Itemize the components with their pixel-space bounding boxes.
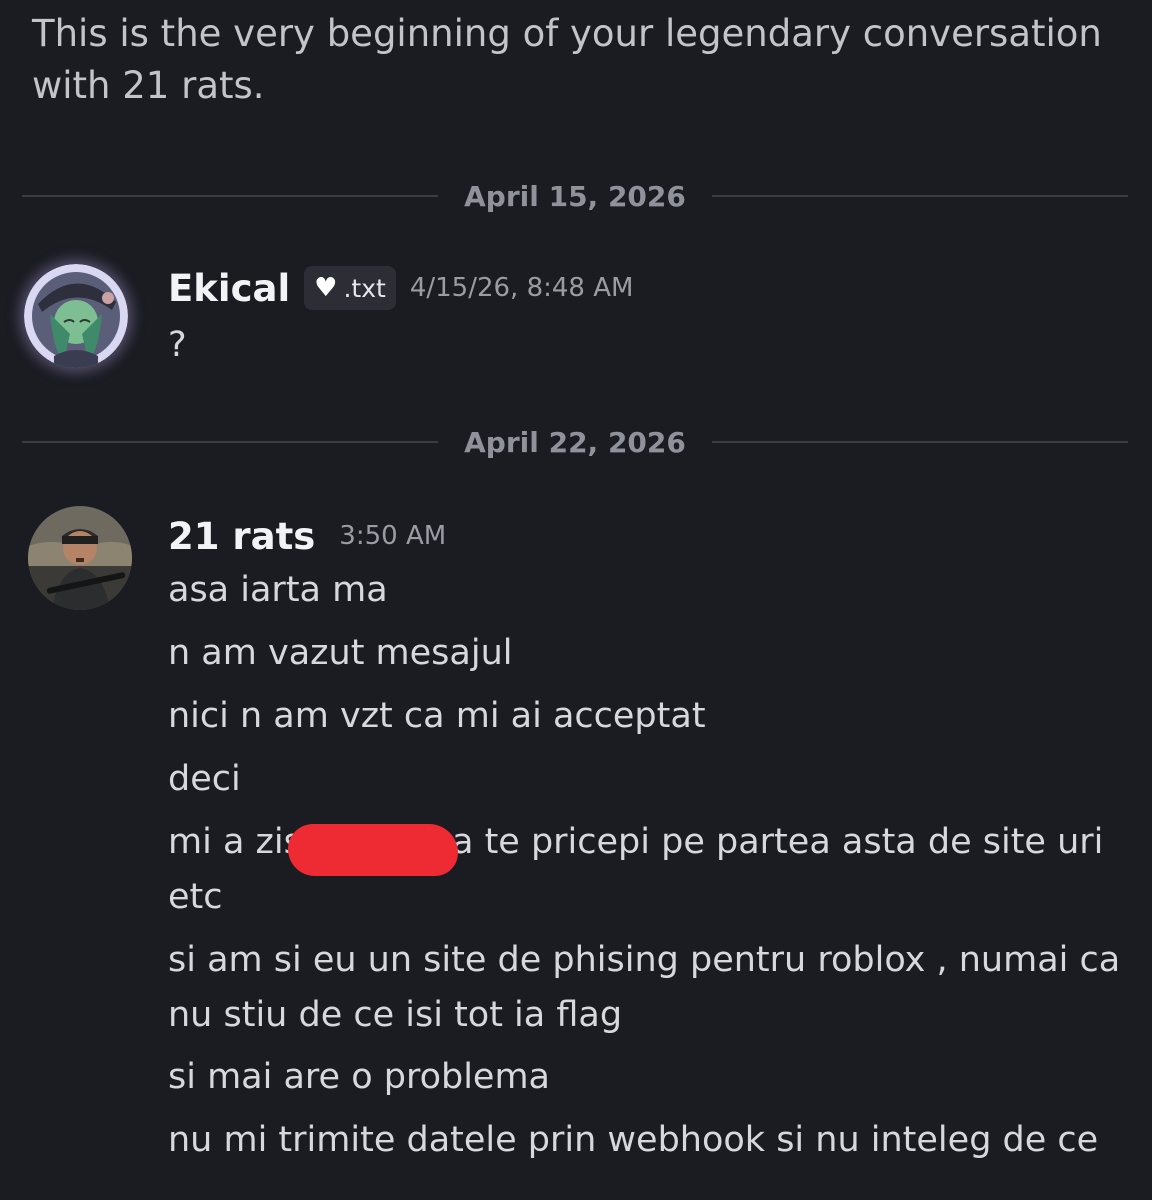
message-text: asa iarta ma (168, 570, 388, 610)
avatar-image (28, 506, 132, 610)
message-text: nici n am vzt ca mi ai acceptat (168, 696, 706, 736)
message-text: ? (168, 325, 187, 365)
divider-line (22, 195, 439, 197)
avatar-21-rats[interactable] (28, 506, 132, 610)
redaction-mark (288, 824, 458, 876)
username[interactable]: 21 rats (168, 515, 315, 558)
message-text: a te pricepi pe partea asta de site uri (452, 822, 1104, 862)
message-text: deci (168, 759, 241, 799)
server-tag-label: .txt (343, 273, 386, 303)
message-header: 21 rats 3:50 AM (168, 510, 446, 562)
divider-line (22, 441, 439, 443)
divider-line (711, 195, 1128, 197)
message-text: nu mi trimite datele prin webhook si nu … (168, 1120, 1099, 1160)
conversation-intro-text: This is the very beginning of your legen… (32, 12, 1102, 107)
message-text: si mai are o problema (168, 1057, 551, 1097)
divider-line (711, 441, 1128, 443)
message-timestamp: 4/15/26, 8:48 AM (409, 273, 634, 303)
date-divider: April 15, 2026 (22, 176, 1128, 216)
username[interactable]: Ekical (168, 267, 290, 310)
divider-date: April 15, 2026 (464, 179, 686, 213)
server-tag[interactable]: ♥ .txt (304, 266, 396, 310)
avatar-ekical[interactable] (24, 264, 128, 368)
divider-date: April 22, 2026 (464, 425, 686, 459)
message-header: Ekical ♥ .txt 4/15/26, 8:48 AM (168, 262, 633, 314)
date-divider: April 22, 2026 (22, 422, 1128, 462)
message-timestamp: 3:50 AM (339, 521, 447, 551)
message-text: mi a zis (168, 822, 302, 862)
dm-conversation-view: This is the very beginning of your legen… (0, 0, 1152, 1200)
white-heart-icon: ♥ (314, 273, 338, 303)
message-text: etc (168, 877, 223, 917)
message-text: si am si eu un site de phising pentru ro… (168, 940, 1121, 1035)
message-text: n am vazut mesajul (168, 633, 513, 673)
avatar-image (24, 264, 128, 368)
